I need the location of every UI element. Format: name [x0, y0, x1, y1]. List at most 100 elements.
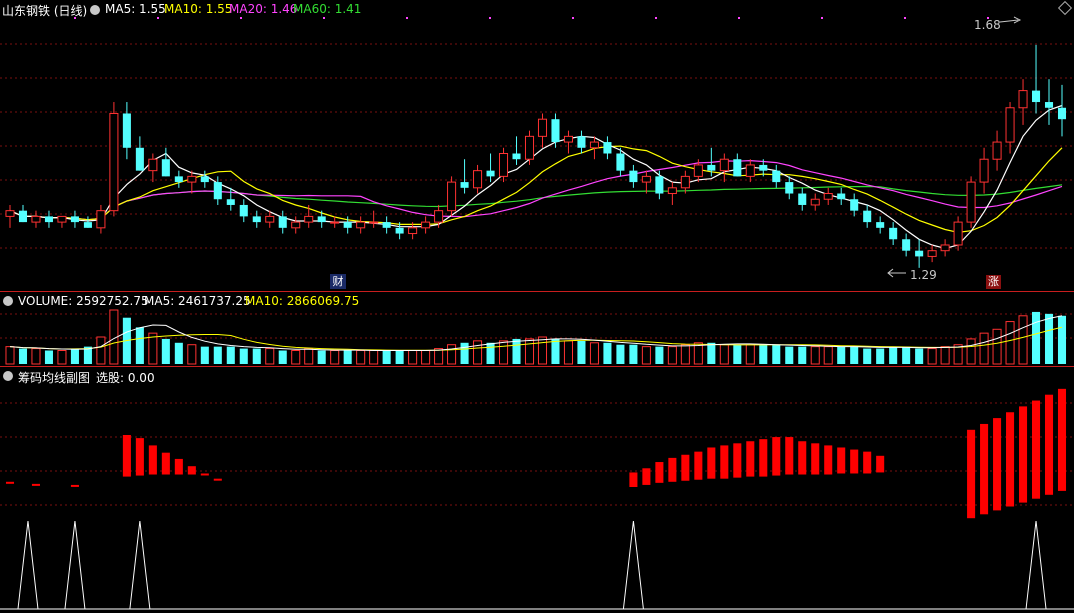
candle [135, 136, 144, 171]
candle-body-up [304, 215, 314, 223]
indicator-value: 选股: 0.00 [96, 371, 155, 385]
volume-bar [161, 338, 170, 364]
candle-body-up [421, 221, 431, 229]
volume-bar [850, 346, 859, 364]
indicator-bar [863, 451, 872, 474]
candle-body-down [798, 193, 807, 205]
indicator-bar [655, 462, 664, 483]
candle [927, 244, 937, 263]
indicator-bar [1006, 412, 1015, 507]
candle [187, 170, 197, 194]
volume-bar [589, 342, 599, 365]
volume-bar [291, 350, 301, 365]
candle [667, 182, 677, 205]
candle [44, 210, 53, 228]
candle [889, 222, 898, 245]
indicator-bar [967, 429, 976, 519]
indicator-bar [785, 437, 794, 475]
candle-body-up [927, 250, 937, 257]
volume-bar [537, 336, 548, 365]
indicator-bar [629, 472, 638, 487]
marker-dot [738, 17, 740, 19]
candle-body-down [629, 170, 638, 183]
indicator-bar [759, 439, 768, 477]
indicator-bar [980, 423, 989, 515]
candle [460, 159, 469, 194]
volume-bar [447, 344, 457, 365]
candle-body-down [18, 210, 28, 223]
candle [161, 147, 170, 177]
candle-body-down [213, 182, 222, 200]
candle-body-down [759, 164, 768, 171]
candle-body-up [96, 210, 106, 229]
candle [70, 210, 79, 228]
volume-bar [876, 348, 885, 364]
candle [641, 170, 651, 194]
candle [810, 193, 820, 211]
candle-body-up [447, 181, 457, 212]
volume-ma5: MA5: 2461737.25 [144, 294, 251, 308]
signal-spike [1025, 520, 1047, 610]
volume-bar [992, 328, 1002, 365]
indicator-chart[interactable] [0, 367, 1074, 613]
candle-body-down [577, 136, 586, 148]
indicator-bar [1031, 400, 1041, 499]
candle-body-down [200, 176, 209, 183]
candle [252, 210, 261, 228]
candle-body-down [70, 216, 79, 223]
indicator-bar [148, 445, 157, 475]
indicator-bar [811, 443, 820, 475]
collapse-toggle-icon[interactable] [3, 371, 13, 381]
price-chart[interactable] [0, 0, 1074, 291]
volume-bar [940, 346, 950, 365]
volume-bar [330, 350, 340, 365]
candle [577, 130, 586, 154]
volume-bar [889, 346, 898, 364]
volume-bar [798, 346, 807, 364]
finance-event-marker[interactable]: 财 [330, 274, 346, 289]
volume-bar [759, 344, 768, 364]
candle-body-up [693, 164, 703, 177]
candle-body-up [187, 175, 197, 183]
candle-body-up [109, 112, 119, 212]
volume-panel[interactable]: VOLUME: 2592752.75 MA5: 2461737.25 MA10:… [0, 292, 1074, 366]
candle [719, 153, 729, 183]
candle [902, 233, 911, 257]
candle-body-up [1018, 90, 1028, 109]
volume-bar [810, 346, 820, 365]
stock-title: 山东钢铁 (日线) [2, 4, 88, 18]
candle-body-down [239, 204, 248, 217]
volume-bar [1057, 315, 1067, 364]
candle-body-up [719, 158, 729, 172]
volume-bar [1044, 313, 1054, 364]
signal-spike [64, 520, 86, 610]
indicator-bar [707, 447, 716, 479]
candle-body-down [733, 159, 742, 177]
volume-ma10: MA10: 2866069.75 [245, 294, 360, 308]
candle-body-down [707, 164, 716, 171]
volume-bar [667, 346, 677, 365]
volume-bar [1031, 311, 1041, 364]
candle [863, 204, 872, 228]
candle [369, 210, 379, 228]
collapse-toggle-icon[interactable] [3, 296, 13, 306]
indicator-bar [1057, 388, 1067, 491]
candle-body-down [616, 153, 625, 171]
indicator-panel[interactable]: 筹码均线副图 选股: 0.00 [0, 367, 1074, 613]
candle-body-down [460, 182, 469, 188]
volume-bar [31, 348, 41, 365]
candle-body-up [953, 221, 963, 246]
candle [148, 153, 158, 183]
marker-dot [240, 17, 242, 19]
candle-body-up [1005, 107, 1015, 143]
candle-body-down [772, 170, 781, 183]
candle [356, 216, 366, 234]
candle-body-down [161, 159, 170, 177]
rise-event-marker[interactable]: 涨 [986, 275, 1001, 289]
candle [1057, 84, 1067, 137]
collapse-toggle-icon[interactable] [90, 5, 100, 15]
candle-body-up [641, 175, 651, 183]
indicator-bar [798, 441, 807, 475]
volume-bar [551, 338, 560, 364]
price-panel[interactable]: 山东钢铁 (日线) MA5: 1.55 MA10: 1.55 MA20: 1.4… [0, 0, 1074, 291]
